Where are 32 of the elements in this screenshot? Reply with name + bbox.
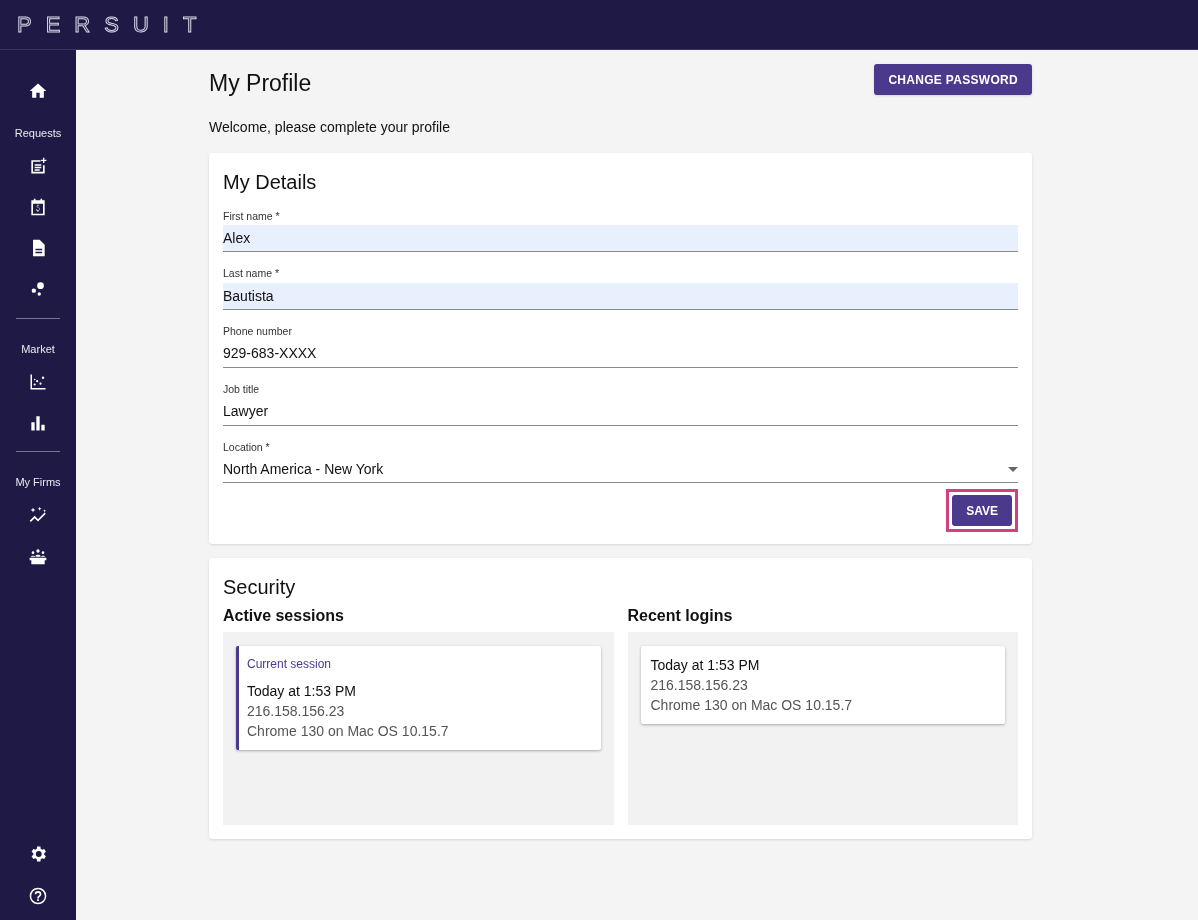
section-label: My Firms	[15, 475, 61, 490]
text-field[interactable]: Bautista	[223, 283, 1018, 310]
session-tag: Current session	[247, 655, 591, 674]
field-label: Phone number	[223, 324, 293, 339]
logo: PERSUIT	[17, 11, 211, 39]
change-password-button[interactable]: CHANGE PASSWORD	[874, 64, 1032, 95]
browser-info: Chrome 130 on Mac OS 10.15.7	[247, 722, 450, 742]
field-label: Job title	[223, 381, 261, 397]
field-label: Location *	[223, 439, 271, 455]
ip-address: 216.158.156.23	[247, 702, 346, 722]
field-label: Last name *	[223, 266, 281, 282]
browser-info: Chrome 130 on Mac OS 10.15.7	[650, 696, 854, 716]
section-label: Market	[21, 341, 55, 357]
section-title: Recent logins	[627, 606, 734, 627]
group-icon[interactable]	[28, 546, 48, 566]
calendar-dollar-icon[interactable]	[28, 197, 48, 217]
page-title: My Profile	[209, 69, 312, 98]
session-time: Today at 1:53 PM	[247, 682, 357, 702]
card-title: My Details	[223, 169, 318, 195]
section-title: Active sessions	[223, 606, 345, 627]
field-label: First name *	[223, 208, 281, 224]
help-icon[interactable]	[28, 886, 48, 906]
section-label: Requests	[14, 126, 62, 141]
welcome-text: Welcome, please complete your profile	[209, 117, 451, 137]
ip-address: 216.158.156.23	[650, 676, 749, 696]
caret-icon	[1008, 466, 1018, 472]
note-add-icon[interactable]	[28, 156, 48, 176]
session-time: Today at 1:53 PM	[650, 656, 761, 676]
text-field[interactable]: Alex	[223, 225, 1018, 253]
card-title: Security	[223, 575, 297, 601]
sparkle-line-icon[interactable]	[28, 505, 48, 525]
save-button[interactable]: SAVE	[952, 495, 1012, 527]
